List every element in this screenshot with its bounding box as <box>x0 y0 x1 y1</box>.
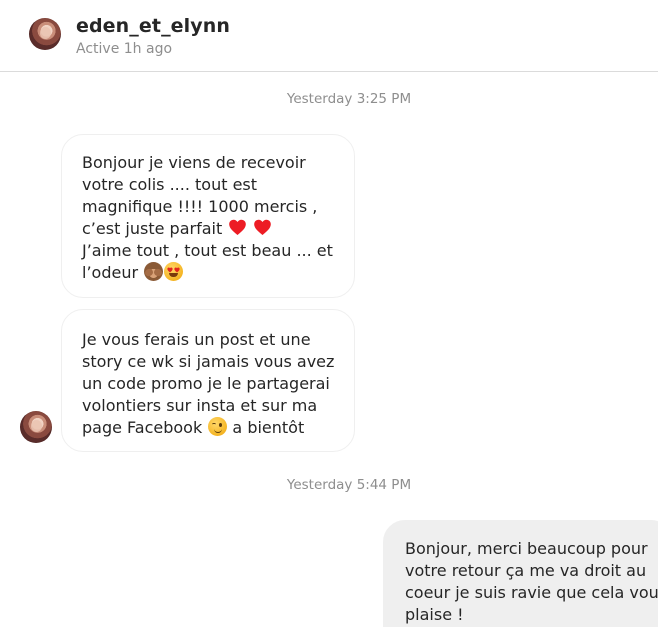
message-line: votre colis .... tout est <box>82 175 258 194</box>
message-line-text: a bientôt <box>232 418 305 437</box>
message-line: J’aime tout , tout est beau ... et <box>82 241 333 260</box>
timestamp: Yesterday 3:25 PM <box>286 91 412 107</box>
incoming-message[interactable]: Bonjour je viens de recevoir votre colis… <box>61 134 355 298</box>
outgoing-message[interactable]: Bonjour, merci beaucoup pour votre retou… <box>383 520 658 627</box>
message-line-with-emoji: l’odeur <box>82 262 336 284</box>
message-line: votre retour ça me va droit au <box>405 561 647 580</box>
red-heart-icon <box>253 218 272 237</box>
message-line-text: l’odeur <box>82 263 139 282</box>
winking-face-icon <box>208 417 228 436</box>
dm-conversation: eden_et_elynn Active 1h ago Yesterday 3:… <box>0 0 658 627</box>
message-line-with-emoji: c’est juste parfait <box>82 218 336 240</box>
message-line: Bonjour, merci beaucoup pour <box>405 539 648 558</box>
username[interactable]: eden_et_elynn <box>76 15 230 37</box>
incoming-message[interactable]: Je vous ferais un post et une story ce w… <box>61 309 355 452</box>
message-line: coeur je suis ravie que cela vous <box>405 583 658 602</box>
message-line: plaise ! <box>405 605 464 624</box>
sender-avatar[interactable] <box>20 411 52 443</box>
message-line: story ce wk si jamais vous avez <box>82 352 335 371</box>
message-line: Je vous ferais un post et une <box>82 330 311 349</box>
profile-avatar[interactable] <box>29 18 61 50</box>
message-line: Bonjour je viens de recevoir <box>82 153 306 172</box>
red-heart-icon <box>228 218 247 237</box>
timestamp: Yesterday 5:44 PM <box>286 477 412 493</box>
message-line-text: page Facebook <box>82 418 203 437</box>
message-line-text: c’est juste parfait <box>82 219 223 238</box>
see-no-evil-monkey-icon <box>144 262 164 281</box>
heart-eyes-face-icon <box>164 262 184 281</box>
message-line: magnifique !!!! 1000 mercis , <box>82 197 318 216</box>
message-line: volontiers sur insta et sur ma <box>82 396 318 415</box>
conversation-header: eden_et_elynn Active 1h ago <box>0 0 658 72</box>
active-status: Active 1h ago <box>76 41 173 57</box>
message-line-with-emoji: page Facebook a bientôt <box>82 417 336 439</box>
message-line: un code promo je le partagerai <box>82 374 330 393</box>
